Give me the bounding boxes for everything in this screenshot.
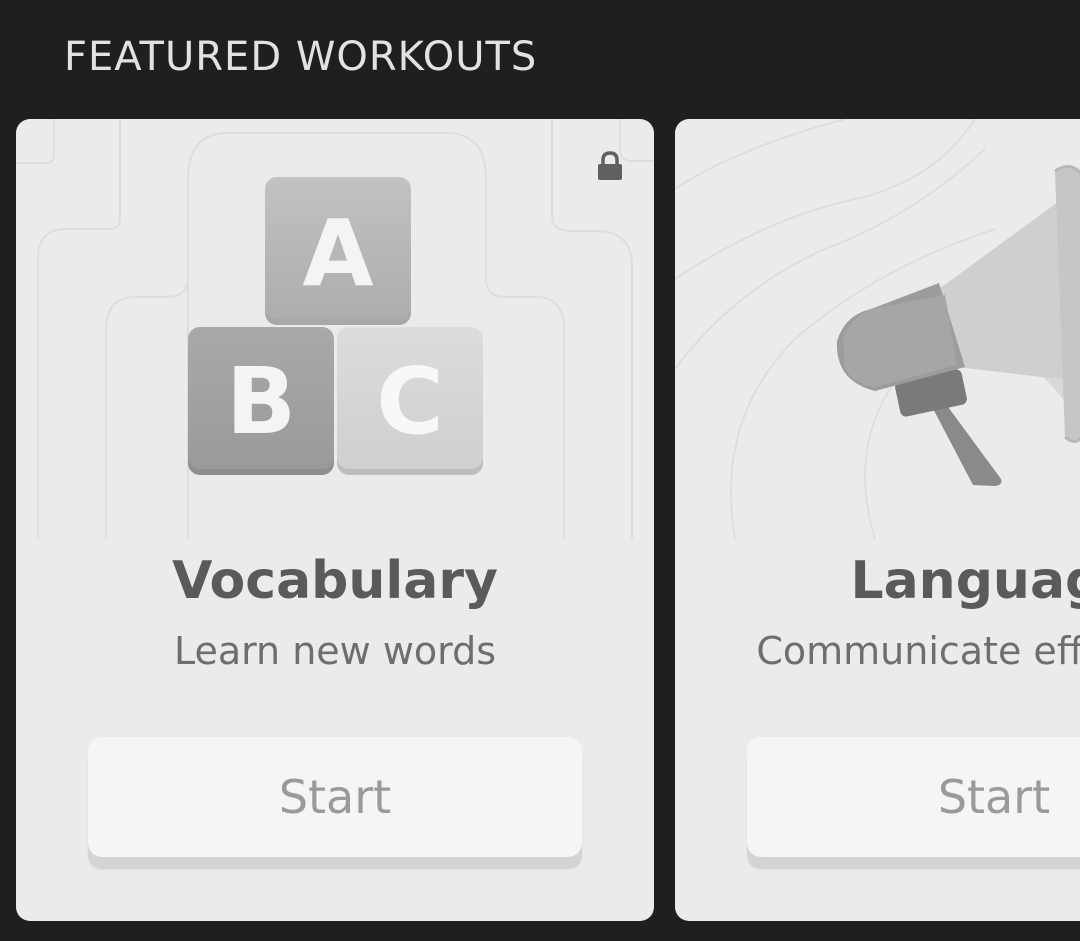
abc-blocks-icon: A B C xyxy=(188,177,483,475)
card-title: Language xyxy=(850,551,1080,611)
card-subtitle: Communicate effectively xyxy=(756,629,1080,673)
workouts-carousel[interactable]: A B C Vocabulary Learn new words Start L… xyxy=(0,0,1080,941)
block-letter-c: C xyxy=(376,348,444,455)
workout-card-language[interactable]: Language Communicate effectively Start xyxy=(675,119,1080,921)
lock-icon xyxy=(598,151,622,180)
block-letter-b: B xyxy=(226,348,296,455)
card-subtitle: Learn new words xyxy=(173,629,497,673)
workout-card-vocabulary[interactable]: A B C Vocabulary Learn new words Start xyxy=(16,119,654,921)
megaphone-icon xyxy=(836,165,1080,486)
start-button[interactable]: Start xyxy=(747,737,1080,857)
start-button[interactable]: Start xyxy=(88,737,582,857)
card-title: Vocabulary xyxy=(172,551,498,611)
block-letter-a: A xyxy=(302,200,373,307)
